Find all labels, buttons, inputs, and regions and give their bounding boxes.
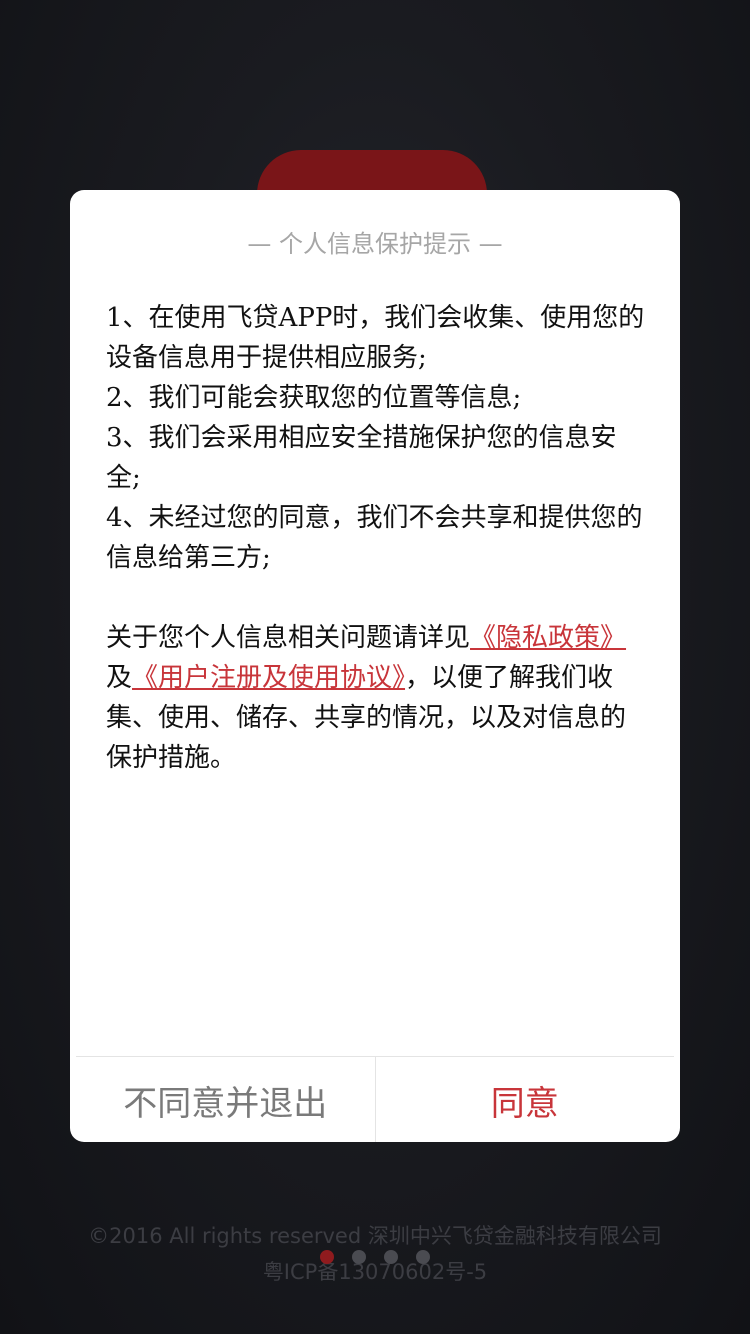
page-dot xyxy=(352,1250,366,1264)
dialog-actions: 不同意并退出 同意 xyxy=(76,1056,674,1142)
privacy-item: 4、未经过您的同意，我们不会共享和提供您的信息给第三方; xyxy=(106,503,643,573)
page-dot xyxy=(384,1250,398,1264)
note-connector: 及 xyxy=(106,663,133,693)
privacy-item: 2、我们可能会获取您的位置等信息; xyxy=(106,383,522,413)
dialog-body: 1、在使用飞贷APP时，我们会收集、使用您的设备信息用于提供相应服务; 2、我们… xyxy=(106,298,648,778)
copyright-text: ©2016 All rights reserved 深圳中兴飞贷金融科技有限公司 xyxy=(88,1224,662,1248)
privacy-dialog: — 个人信息保护提示 — 1、在使用飞贷APP时，我们会收集、使用您的设备信息用… xyxy=(70,190,680,1142)
page-dot-active xyxy=(320,1250,334,1264)
user-agreement-link[interactable]: 《用户注册及使用协议》 xyxy=(132,663,405,693)
agree-button[interactable]: 同意 xyxy=(376,1057,675,1142)
page-indicator xyxy=(0,1250,750,1266)
dialog-title: — 个人信息保护提示 — xyxy=(247,230,503,258)
privacy-item: 1、在使用飞贷APP时，我们会收集、使用您的设备信息用于提供相应服务; xyxy=(106,303,645,373)
page-dot xyxy=(416,1250,430,1264)
disagree-exit-button[interactable]: 不同意并退出 xyxy=(76,1057,376,1142)
note-prefix: 关于您个人信息相关问题请详见 xyxy=(106,623,471,653)
privacy-item: 3、我们会采用相应安全措施保护您的信息安全; xyxy=(106,423,617,493)
privacy-note: 关于您个人信息相关问题请详见《隐私政策》及《用户注册及使用协议》，以便了解我们收… xyxy=(106,618,648,778)
privacy-policy-link[interactable]: 《隐私政策》 xyxy=(470,623,626,653)
